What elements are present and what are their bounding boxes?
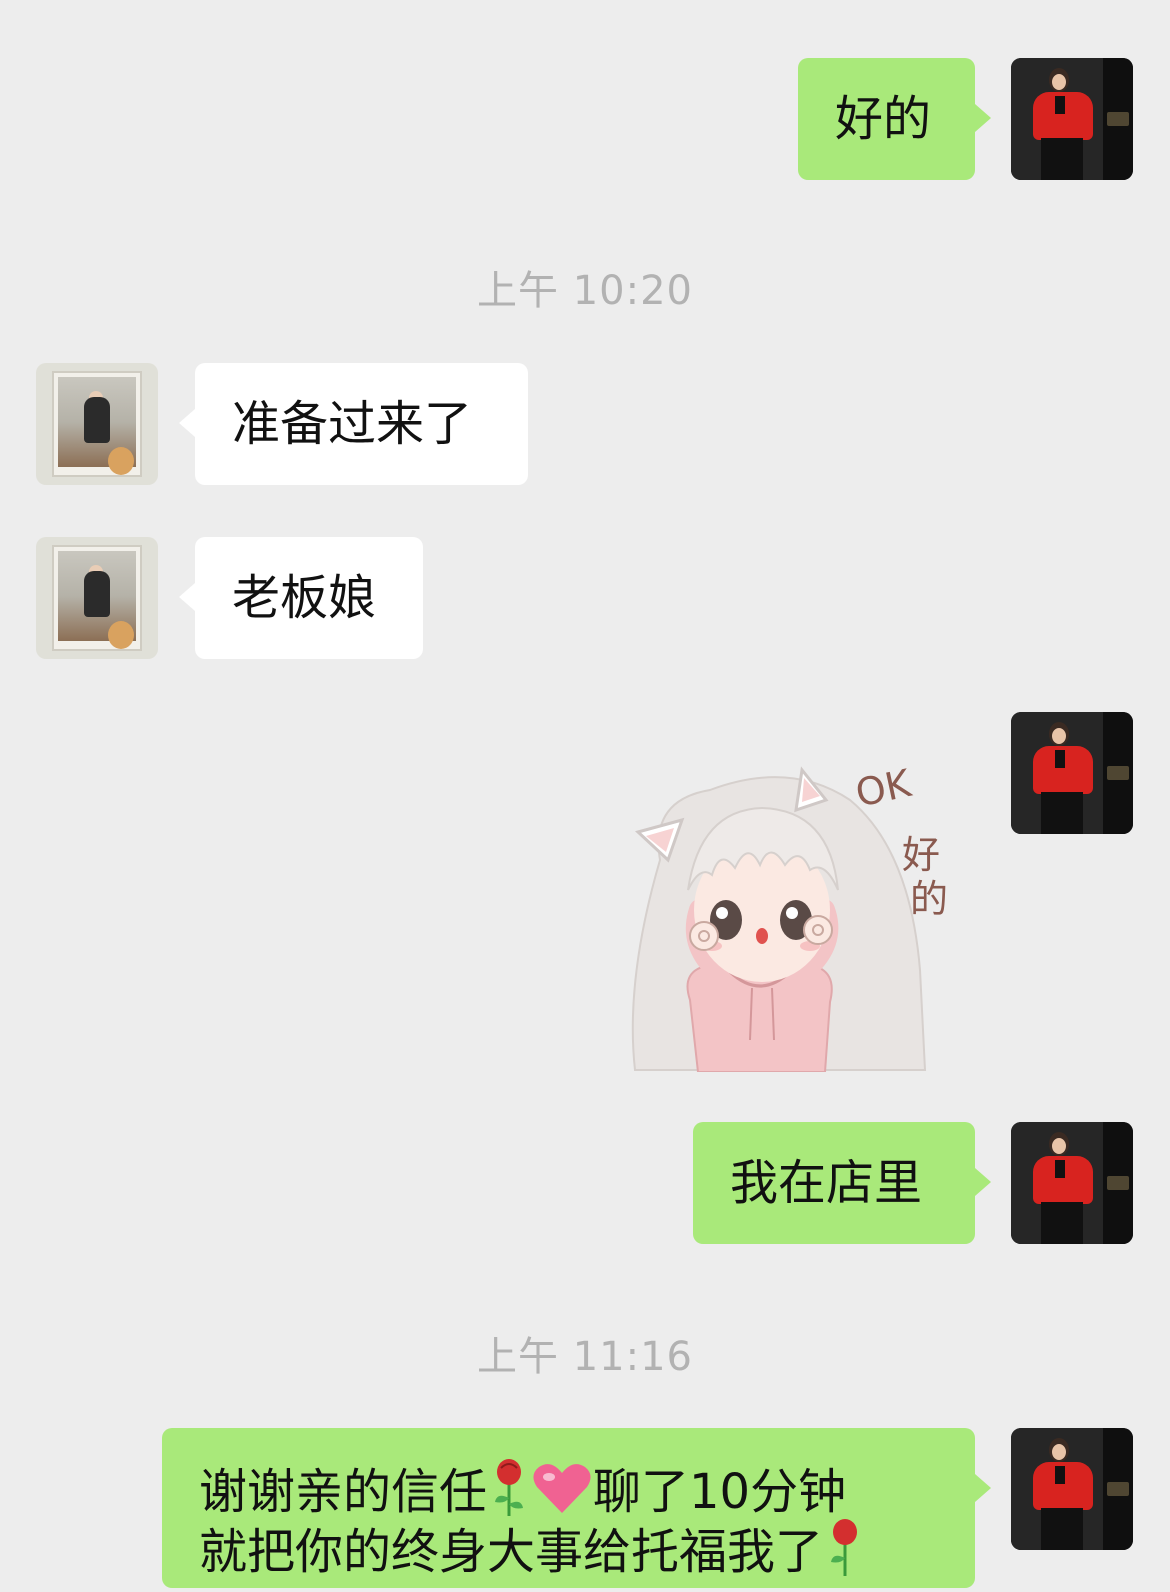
sticker-message[interactable]: OK 好 的 (620, 740, 960, 1073)
self-avatar[interactable] (1011, 1428, 1133, 1550)
message-bubble-self[interactable]: 谢谢亲的信任 聊了10分钟 就把你的终身大事给托福我了 (162, 1428, 991, 1588)
sticker-text-hao: 好 (902, 833, 940, 877)
rose-emoji-icon (823, 1518, 867, 1592)
message-text: 我在店里 (730, 1155, 923, 1211)
message-bubble-self[interactable]: 我在店里 (693, 1122, 991, 1244)
self-avatar[interactable] (1011, 1122, 1133, 1244)
message-text: 老板娘 (232, 570, 377, 626)
sticker-text-ok: OK (852, 761, 916, 816)
message-bubble-self[interactable]: 好的 (798, 58, 991, 180)
self-avatar[interactable] (1011, 712, 1133, 834)
message-bubble-other[interactable]: 老板娘 (179, 537, 423, 659)
message-text: 就把你的终身大事给托福我了 (199, 1524, 824, 1580)
self-avatar[interactable] (1011, 58, 1133, 180)
timestamp: 上午 11:16 (477, 1334, 693, 1380)
contact-avatar[interactable] (36, 537, 158, 659)
message-text: 准备过来了 (232, 396, 473, 452)
message-text: 好的 (835, 91, 932, 147)
contact-avatar[interactable] (36, 363, 158, 485)
message-text: 聊了10分钟 (593, 1464, 847, 1520)
sticker-text-de: 的 (910, 877, 948, 921)
chat-thread: 好的 上午 10:20 准备过来了 老板娘 OK 好 的 我在店里 上午 11:… (0, 0, 1170, 1588)
anime-girl-ok-sticker-icon: OK 好 的 (631, 761, 948, 1073)
message-line-2: 就把你的终身大事给托福我了 (199, 1518, 867, 1592)
message-text: 谢谢亲的信任 (199, 1464, 488, 1520)
timestamp: 上午 10:20 (477, 268, 693, 314)
message-bubble-other[interactable]: 准备过来了 (179, 363, 528, 485)
